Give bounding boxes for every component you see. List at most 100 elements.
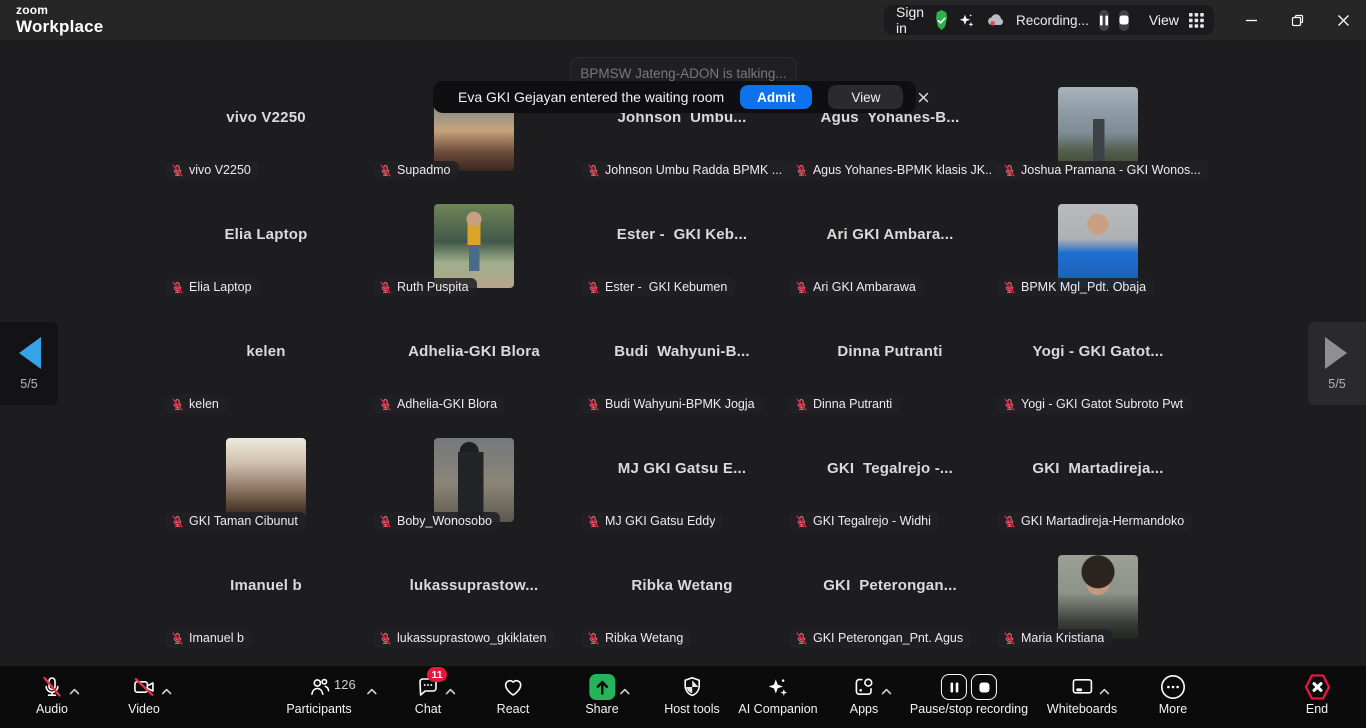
mic-muted-icon bbox=[379, 515, 392, 528]
participant-display-name: MJ GKI Gatsu E... bbox=[578, 419, 786, 518]
mic-muted-icon bbox=[1003, 632, 1016, 645]
participant-label-text: lukassuprastowo_gkiklaten bbox=[397, 631, 546, 645]
participant-label-text: Agus Yohanes-BPMK klasis JK... bbox=[813, 163, 993, 177]
participant-label-text: Yogi - GKI Gatot Subroto Pwt bbox=[1021, 397, 1183, 411]
prev-page-control[interactable]: 5/5 bbox=[0, 322, 58, 405]
participant-tile[interactable]: BPMK Mgl_Pdt. Obaja bbox=[994, 185, 1202, 302]
mic-muted-icon bbox=[587, 632, 600, 645]
participant-tile[interactable]: GKI Tegalrejo -...GKI Tegalrejo - Widhi bbox=[786, 419, 994, 536]
participants-icon bbox=[307, 675, 331, 699]
shield-check-icon[interactable] bbox=[936, 10, 947, 30]
toolbar-share-button[interactable]: Share bbox=[585, 673, 618, 716]
participant-label-text: GKI Martadireja-Hermandoko bbox=[1021, 514, 1184, 528]
more-ellipsis-icon bbox=[1160, 674, 1186, 700]
participant-tile[interactable]: Ruth Puspita bbox=[370, 185, 578, 302]
participant-tile[interactable]: Boby_Wonosobo bbox=[370, 419, 578, 536]
toolbar-end-button[interactable]: End bbox=[1302, 673, 1332, 716]
participant-label-text: Ribka Wetang bbox=[605, 631, 683, 645]
chevron-up-icon[interactable] bbox=[161, 682, 172, 700]
participant-tile[interactable]: Joshua Pramana - GKI Wonos... bbox=[994, 68, 1202, 185]
participant-tile[interactable]: Adhelia-GKI BloraAdhelia-GKI Blora bbox=[370, 302, 578, 419]
chevron-up-icon[interactable] bbox=[881, 682, 892, 700]
toolbar-participants-button[interactable]: 126Participants bbox=[286, 673, 351, 716]
participant-name-label: Supadmo bbox=[373, 161, 459, 180]
pause-recording-icon[interactable] bbox=[1099, 10, 1109, 31]
chevron-up-icon[interactable] bbox=[445, 682, 456, 700]
heart-icon bbox=[501, 675, 526, 699]
stop-recording-button[interactable] bbox=[971, 674, 997, 700]
participant-display-name: Ribka Wetang bbox=[578, 536, 786, 635]
participant-name-label: Johnson Umbu Radda BPMK ... bbox=[581, 161, 790, 180]
mic-muted-icon bbox=[171, 515, 184, 528]
toolbar-chat-button[interactable]: 11Chat bbox=[413, 673, 443, 716]
sparkle-icon[interactable] bbox=[957, 11, 976, 30]
toolbar-host-tools-button[interactable]: Host tools bbox=[664, 673, 720, 716]
toolbar-ai-companion-button[interactable]: AI Companion bbox=[738, 673, 817, 716]
zoom-meeting-window: zoom Workplace Sign in Recording... View bbox=[0, 0, 1366, 728]
participant-tile[interactable]: Yogi - GKI Gatot...Yogi - GKI Gatot Subr… bbox=[994, 302, 1202, 419]
banner-close-icon[interactable] bbox=[918, 92, 929, 103]
participant-tile[interactable]: Ribka WetangRibka Wetang bbox=[578, 536, 786, 653]
participant-label-text: Joshua Pramana - GKI Wonos... bbox=[1021, 163, 1201, 177]
banner-view-button[interactable]: View bbox=[828, 85, 903, 109]
participant-tile[interactable]: Elia LaptopElia Laptop bbox=[162, 185, 370, 302]
chevron-up-icon[interactable] bbox=[69, 682, 80, 700]
participant-tile[interactable]: vivo V2250vivo V2250 bbox=[162, 68, 370, 185]
recording-status-label: Recording... bbox=[1016, 13, 1089, 28]
participant-display-name: kelen bbox=[162, 302, 370, 401]
toolbar-whiteboards-button[interactable]: Whiteboards bbox=[1047, 673, 1117, 716]
participant-display-name: GKI Peterongan... bbox=[786, 536, 994, 635]
participant-label-text: kelen bbox=[189, 397, 219, 411]
mic-muted-icon bbox=[795, 281, 808, 294]
video-muted-icon bbox=[132, 675, 156, 699]
toolbar-video-button[interactable]: Video bbox=[128, 673, 160, 716]
participant-label-text: GKI Peterongan_Pnt. Agus bbox=[813, 631, 963, 645]
toolbar-apps-button[interactable]: Apps bbox=[849, 673, 879, 716]
participant-label-text: Boby_Wonosobo bbox=[397, 514, 492, 528]
participant-label-text: GKI Taman Cibunut bbox=[189, 514, 298, 528]
toolbar-record-button[interactable]: Pause/stop recording bbox=[910, 673, 1028, 716]
participant-display-name: Imanuel b bbox=[162, 536, 370, 635]
chevron-up-icon[interactable] bbox=[1099, 682, 1110, 700]
participant-tile[interactable]: GKI Taman Cibunut bbox=[162, 419, 370, 536]
restore-icon[interactable] bbox=[1274, 0, 1320, 40]
grid-view-icon[interactable] bbox=[1189, 13, 1204, 28]
participant-tile[interactable]: Maria Kristiana bbox=[994, 536, 1202, 653]
toolbar-more-button[interactable]: More bbox=[1158, 673, 1188, 716]
participant-name-label: Joshua Pramana - GKI Wonos... bbox=[997, 161, 1209, 180]
participant-label-text: Ruth Puspita bbox=[397, 280, 469, 294]
participant-tile[interactable]: MJ GKI Gatsu E...MJ GKI Gatsu Eddy bbox=[578, 419, 786, 536]
participant-tile[interactable]: Dinna PutrantiDinna Putranti bbox=[786, 302, 994, 419]
participant-display-name: Yogi - GKI Gatot... bbox=[994, 302, 1202, 401]
participant-tile[interactable]: Imanuel bImanuel b bbox=[162, 536, 370, 653]
close-icon[interactable] bbox=[1320, 0, 1366, 40]
participant-tile[interactable]: Ester - GKI Keb...Ester - GKI Kebumen bbox=[578, 185, 786, 302]
mic-muted-icon bbox=[795, 515, 808, 528]
participant-tile[interactable]: kelenkelen bbox=[162, 302, 370, 419]
participant-tile[interactable]: Budi Wahyuni-B...Budi Wahyuni-BPMK Jogja bbox=[578, 302, 786, 419]
sign-in-button[interactable]: Sign in bbox=[896, 4, 924, 36]
next-page-control[interactable]: 5/5 bbox=[1308, 322, 1366, 405]
mic-muted-icon bbox=[1003, 515, 1016, 528]
view-button[interactable]: View bbox=[1149, 12, 1179, 28]
toolbar-audio-button[interactable]: Audio bbox=[36, 673, 68, 716]
stop-recording-icon[interactable] bbox=[1119, 10, 1129, 31]
chevron-up-icon[interactable] bbox=[366, 682, 377, 700]
participant-label-text: Johnson Umbu Radda BPMK ... bbox=[605, 163, 782, 177]
mic-muted-icon bbox=[795, 398, 808, 411]
minimize-icon[interactable] bbox=[1228, 0, 1274, 40]
toolbar-item-label: End bbox=[1306, 702, 1328, 716]
participant-display-name: lukassuprastow... bbox=[370, 536, 578, 635]
participant-name-label: Maria Kristiana bbox=[997, 629, 1112, 648]
participant-tile[interactable]: GKI Peterongan...GKI Peterongan_Pnt. Agu… bbox=[786, 536, 994, 653]
mic-muted-icon bbox=[379, 632, 392, 645]
chevron-up-icon[interactable] bbox=[619, 682, 630, 700]
participant-tile[interactable]: lukassuprastow...lukassuprastowo_gkiklat… bbox=[370, 536, 578, 653]
waiting-room-message: Eva GKI Gejayan entered the waiting room bbox=[458, 89, 724, 105]
participant-tile[interactable]: Ari GKI Ambara...Ari GKI Ambarawa bbox=[786, 185, 994, 302]
toolbar-react-button[interactable]: React bbox=[497, 673, 530, 716]
participant-tile[interactable]: GKI Martadireja...GKI Martadireja-Herman… bbox=[994, 419, 1202, 536]
admit-button[interactable]: Admit bbox=[740, 85, 812, 109]
participant-name-label: Adhelia-GKI Blora bbox=[373, 395, 505, 414]
pause-recording-button[interactable] bbox=[941, 674, 967, 700]
